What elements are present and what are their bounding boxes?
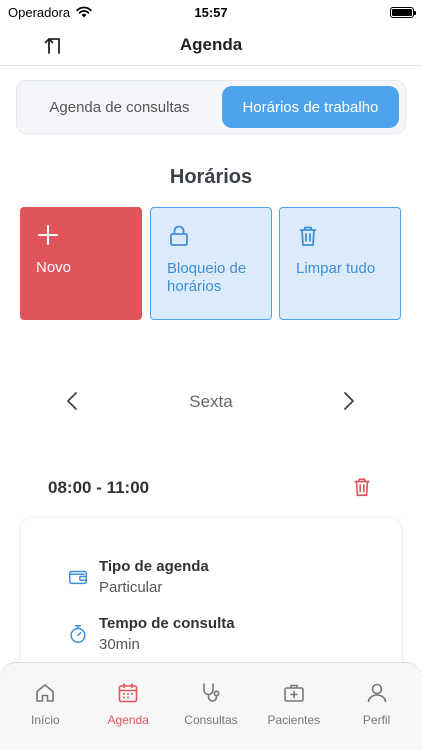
tab-home[interactable]: Início — [4, 663, 87, 750]
time-range: 08:00 - 11:00 — [48, 478, 150, 497]
lock-icon — [170, 225, 188, 246]
calendar-icon — [118, 683, 138, 703]
tab-agenda[interactable]: Agenda — [87, 663, 170, 750]
tab-agenda-label: Agenda — [107, 713, 149, 727]
new-label: Novo — [36, 259, 72, 276]
time-range-row: 08:00 - 11:00 — [0, 470, 422, 504]
battery-icon — [390, 6, 416, 18]
consult-time-value: 30min — [99, 636, 140, 653]
person-icon — [367, 683, 386, 703]
next-day-button[interactable] — [337, 389, 361, 413]
tab-home-label: Início — [31, 713, 60, 727]
schedule-info-card: Tipo de agenda Particular Tempo de consu… — [21, 518, 401, 678]
trash-icon — [300, 226, 316, 246]
tab-profile-label: Perfil — [362, 713, 391, 727]
clear-label: Limpar tudo — [296, 260, 376, 277]
wifi-icon — [76, 6, 92, 18]
tab-profile[interactable]: Perfil — [335, 663, 418, 750]
segmented-control: Agenda de consultas Horários de trabalho — [16, 80, 406, 134]
carrier-label: Operadora — [8, 4, 71, 20]
medical-kit-icon — [283, 684, 304, 702]
day-selector: Sexta — [0, 386, 422, 416]
back-button[interactable] — [40, 32, 66, 58]
chevron-right-icon — [344, 392, 354, 410]
tab-consultations[interactable]: Consultas — [170, 663, 253, 750]
status-left: Operadora — [8, 5, 92, 20]
tab-patients[interactable]: Pacientes — [252, 663, 335, 750]
wallet-icon — [69, 570, 87, 585]
clear-all-button[interactable]: Limpar tudo — [279, 207, 401, 320]
tab-appointments[interactable]: Agenda de consultas — [23, 86, 216, 128]
tab-patients-label: Pacientes — [267, 713, 321, 727]
plus-icon — [38, 225, 58, 245]
new-schedule-button[interactable]: Novo — [20, 207, 142, 320]
nav-header: Agenda — [0, 24, 422, 66]
delete-time-range-button[interactable] — [349, 474, 375, 500]
back-arrow-icon — [44, 38, 60, 54]
stopwatch-icon — [70, 625, 86, 643]
agenda-type-value: Particular — [99, 579, 163, 596]
stethoscope-icon — [203, 683, 220, 702]
block-hours-button[interactable]: Bloqueio de horários — [150, 207, 272, 320]
tab-work-hours[interactable]: Horários de trabalho — [221, 86, 399, 128]
page-title: Agenda — [179, 34, 243, 54]
section-title: Horários — [169, 166, 253, 188]
agenda-type-title: Tipo de agenda — [99, 558, 209, 575]
trash-icon — [354, 478, 370, 497]
block-label: Bloqueio de horários — [167, 260, 247, 295]
home-icon — [36, 684, 55, 702]
tab-consultations-label: Consultas — [184, 713, 238, 727]
status-bar: Operadora 15:57 — [0, 0, 422, 24]
agenda-type-row: Tipo de agenda Particular — [67, 558, 209, 596]
consult-time-row: Tempo de consulta 30min — [67, 615, 235, 653]
consult-time-title: Tempo de consulta — [99, 615, 235, 632]
bottom-tab-bar: Início Agenda Consultas Pacientes Perfil — [0, 662, 422, 750]
